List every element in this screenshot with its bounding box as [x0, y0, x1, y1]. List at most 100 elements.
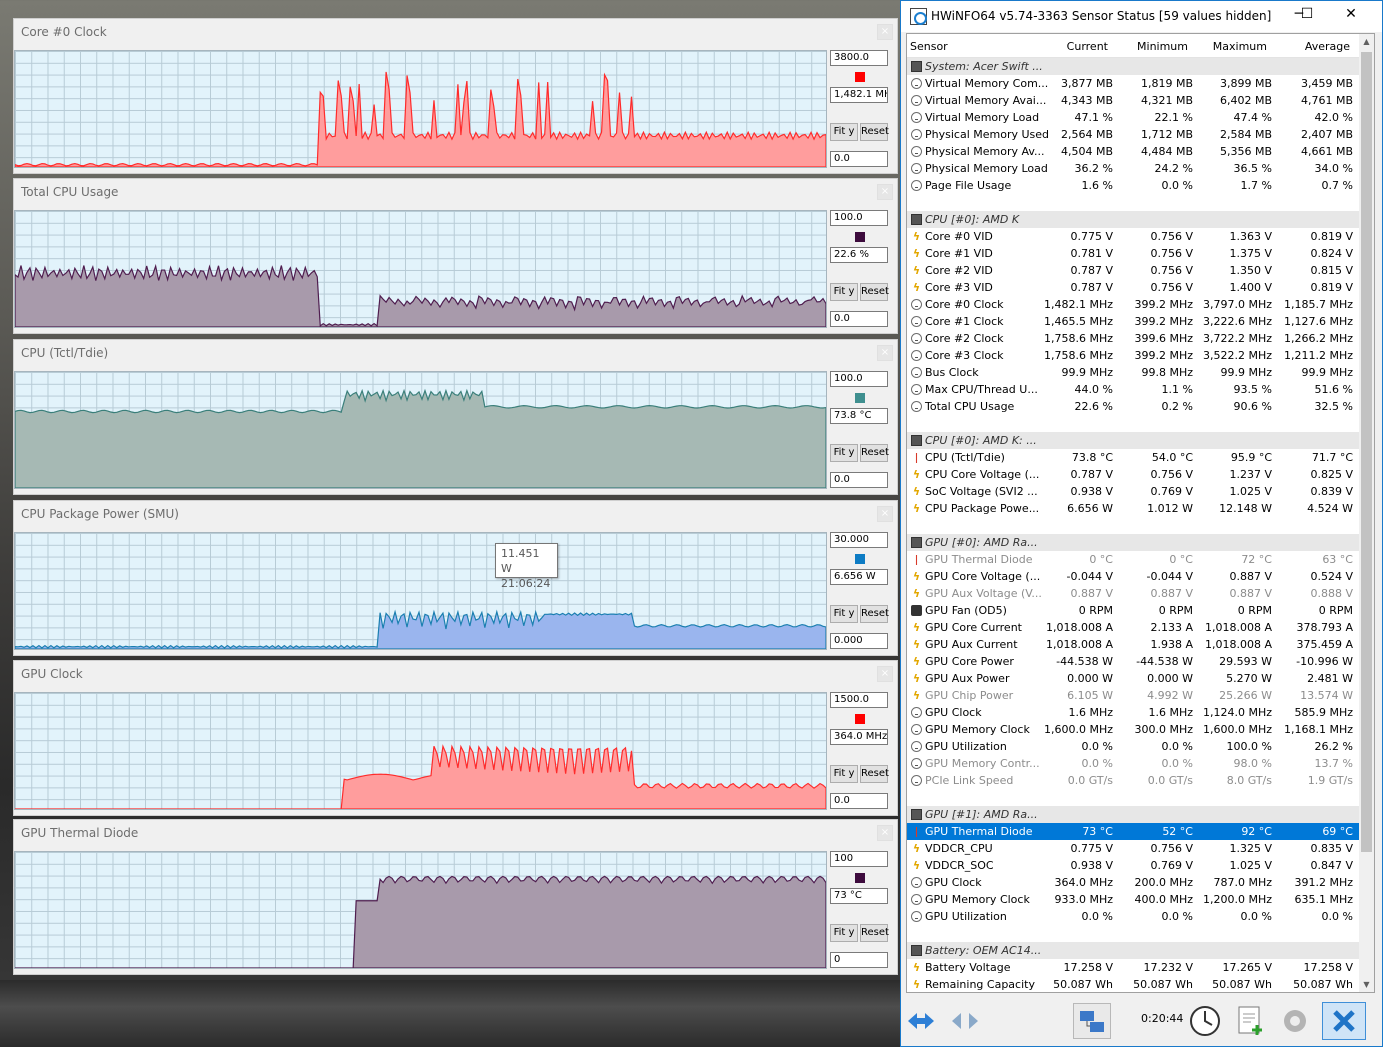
sensor-row[interactable]: ϟ GPU Aux Voltage (V... 0.887 V 0.887 V 0.88…	[907, 585, 1359, 602]
fit-y-button[interactable]: Fit y	[830, 123, 858, 141]
reset-button[interactable]: Reset	[860, 605, 889, 623]
sensor-group-row[interactable]: CPU [#0]: AMD K: ...	[907, 432, 1359, 449]
scrollbar-thumb[interactable]	[1361, 52, 1372, 852]
sensor-row[interactable]: GPU Utilization 0.0 % 0.0 % 100.0 % 26.2 %	[907, 738, 1359, 755]
sensor-row[interactable]: Virtual Memory Com... 3,877 MB 1,819 MB 3,8…	[907, 75, 1359, 92]
sensor-row[interactable]: Virtual Memory Avai... 4,343 MB 4,321 MB 6,…	[907, 92, 1359, 109]
sensor-row[interactable]: GPU Memory Clock 933.0 MHz 400.0 MHz 1,200.…	[907, 891, 1359, 908]
sensor-row[interactable]: ϟ Core #3 VID 0.787 V 0.756 V 1.400 V 0.819 V	[907, 279, 1359, 296]
close-window-button[interactable]: ✕	[1341, 6, 1361, 22]
graph-min-value[interactable]: 0.000	[830, 633, 888, 649]
graph-close-button[interactable]: ×	[877, 345, 893, 361]
graph-color-swatch[interactable]	[855, 714, 865, 724]
sensor-row[interactable]: ϟ SoC Voltage (SVI2 ... 0.938 V 0.769 V 1.02…	[907, 483, 1359, 500]
scroll-down-arrow-icon[interactable]: ▼	[1359, 977, 1374, 992]
sensor-row[interactable]: GPU Fan (OD5) 0 RPM 0 RPM 0 RPM 0 RPM	[907, 602, 1359, 619]
sensor-row[interactable]: Page File Usage 1.6 % 0.0 % 1.7 % 0.7 %	[907, 177, 1359, 194]
title-bar[interactable]: HWiNFO64 v5.74-3363 Sensor Status [59 va…	[901, 1, 1382, 32]
sensor-row[interactable]: Total CPU Usage 22.6 % 0.2 % 90.6 % 32.5 %	[907, 398, 1359, 415]
reset-button[interactable]: Reset	[860, 924, 889, 942]
logging-button[interactable]	[1233, 1003, 1269, 1039]
maximize-button[interactable]: ☐	[1297, 6, 1317, 22]
col-minimum[interactable]: Minimum	[1137, 40, 1188, 53]
sensor-row[interactable]: ǀ CPU (Tctl/Tdie) 73.8 °C 54.0 °C 95.9 °C 71.…	[907, 449, 1359, 466]
sensor-row[interactable]: Core #1 Clock 1,465.5 MHz 399.2 MHz 3,222.6…	[907, 313, 1359, 330]
sensor-row[interactable]: GPU Clock 1.6 MHz 1.6 MHz 1,124.0 MHz 585.9 …	[907, 704, 1359, 721]
graph-min-value[interactable]: 0.0	[830, 311, 888, 327]
sensor-row[interactable]: ϟ Remaining Capacity 50.087 Wh 50.087 Wh 50.…	[907, 976, 1359, 992]
graph-plot[interactable]	[14, 371, 827, 489]
sensor-row[interactable]: ϟ Core #0 VID 0.775 V 0.756 V 1.363 V 0.819 V	[907, 228, 1359, 245]
network-button[interactable]	[1073, 1003, 1111, 1039]
col-current[interactable]: Current	[1067, 40, 1108, 53]
reset-button[interactable]: Reset	[860, 123, 889, 141]
sensor-row[interactable]: ϟ GPU Core Power -44.538 W -44.538 W 29.593 …	[907, 653, 1359, 670]
graph-color-swatch[interactable]	[855, 393, 865, 403]
sensor-row[interactable]: Physical Memory Load 36.2 % 24.2 % 36.5 % 34…	[907, 160, 1359, 177]
collapse-sensors-button[interactable]	[949, 1003, 989, 1039]
sensor-group-row[interactable]: GPU [#0]: AMD Ra...	[907, 534, 1359, 551]
graph-min-value[interactable]: 0	[830, 952, 888, 968]
graph-close-button[interactable]: ×	[877, 506, 893, 522]
sensor-row[interactable]: ϟ Core #1 VID 0.781 V 0.756 V 1.375 V 0.824 V	[907, 245, 1359, 262]
fit-y-button[interactable]: Fit y	[830, 444, 858, 462]
fit-y-button[interactable]: Fit y	[830, 765, 858, 783]
sensor-row[interactable]: ϟ GPU Chip Power 6.105 W 4.992 W 25.266 W 13.…	[907, 687, 1359, 704]
graph-plot[interactable]	[14, 692, 827, 810]
sensor-list[interactable]: Sensor Current Minimum Maximum Average S…	[906, 33, 1375, 993]
sensor-group-row[interactable]: System: Acer Swift ...	[907, 58, 1359, 75]
sensor-group-row[interactable]: Battery: OEM AC14...	[907, 942, 1359, 959]
sensor-row[interactable]: ϟ CPU Package Powe... 6.656 W 1.012 W 12.148…	[907, 500, 1359, 517]
graph-max-value[interactable]: 100	[830, 851, 888, 867]
settings-button[interactable]	[1277, 1003, 1313, 1039]
sensor-row[interactable]: ϟ GPU Aux Power 0.000 W 0.000 W 5.270 W 2.481…	[907, 670, 1359, 687]
sensor-row[interactable]: ϟ GPU Core Current 1,018.008 A 2.133 A 1,018…	[907, 619, 1359, 636]
sensor-row[interactable]: Core #2 Clock 1,758.6 MHz 399.6 MHz 3,722.2…	[907, 330, 1359, 347]
sensor-row[interactable]: Max CPU/Thread U... 44.0 % 1.1 % 93.5 % 51.6…	[907, 381, 1359, 398]
fit-y-button[interactable]: Fit y	[830, 924, 858, 942]
graph-min-value[interactable]: 0.0	[830, 472, 888, 488]
sensor-row[interactable]: GPU Utilization 0.0 % 0.0 % 0.0 % 0.0 %	[907, 908, 1359, 925]
sensor-row[interactable]: Core #0 Clock 1,482.1 MHz 399.2 MHz 3,797.0…	[907, 296, 1359, 313]
reset-button[interactable]: Reset	[860, 444, 889, 462]
graph-min-value[interactable]: 0.0	[830, 793, 888, 809]
sensor-row[interactable]: ǀ GPU Thermal Diode 0 °C 0 °C 72 °C 63 °C	[907, 551, 1359, 568]
sensor-row[interactable]: ϟ CPU Core Voltage (... 0.787 V 0.756 V 1.23…	[907, 466, 1359, 483]
navigate-sensors-button[interactable]	[905, 1003, 945, 1039]
graph-plot[interactable]	[14, 851, 827, 969]
graph-max-value[interactable]: 100.0	[830, 210, 888, 226]
reset-button[interactable]: Reset	[860, 283, 889, 301]
sensor-group-row[interactable]: CPU [#0]: AMD K	[907, 211, 1359, 228]
sensor-row[interactable]: Physical Memory Used 2,564 MB 1,712 MB 2,58…	[907, 126, 1359, 143]
graph-plot[interactable]	[14, 532, 827, 650]
close-sensors-button[interactable]	[1322, 1002, 1366, 1040]
graph-max-value[interactable]: 30.000	[830, 532, 888, 548]
graph-max-value[interactable]: 100.0	[830, 371, 888, 387]
sensor-row[interactable]: ǀ GPU Thermal Diode 73 °C 52 °C 92 °C 69 °C	[907, 823, 1359, 840]
sensor-row[interactable]: GPU Memory Contr... 0.0 % 0.0 % 98.0 % 13.7 …	[907, 755, 1359, 772]
graph-close-button[interactable]: ×	[877, 184, 893, 200]
graph-close-button[interactable]: ×	[877, 24, 893, 40]
sensor-row[interactable]: Virtual Memory Load 47.1 % 22.1 % 47.4 % 42.…	[907, 109, 1359, 126]
sensor-row[interactable]: GPU Memory Clock 1,600.0 MHz 300.0 MHz 1,60…	[907, 721, 1359, 738]
sensor-row[interactable]: PCIe Link Speed 0.0 GT/s 0.0 GT/s 8.0 GT/s 1…	[907, 772, 1359, 789]
sensor-row[interactable]: ϟ VDDCR_SOC 0.938 V 0.769 V 1.025 V 0.847 V	[907, 857, 1359, 874]
graph-plot[interactable]	[14, 50, 827, 168]
sensor-row[interactable]: GPU Clock 364.0 MHz 200.0 MHz 787.0 MHz 391.…	[907, 874, 1359, 891]
sensor-row[interactable]: ϟ Core #2 VID 0.787 V 0.756 V 1.350 V 0.815 V	[907, 262, 1359, 279]
sensor-row[interactable]: ϟ Battery Voltage 17.258 V 17.232 V 17.265 V…	[907, 959, 1359, 976]
graph-plot[interactable]	[14, 210, 827, 328]
scroll-up-arrow-icon[interactable]: ▲	[1359, 34, 1374, 49]
graph-close-button[interactable]: ×	[877, 825, 893, 841]
graph-max-value[interactable]: 1500.0	[830, 692, 888, 708]
sensor-row[interactable]: ϟ VDDCR_CPU 0.775 V 0.756 V 1.325 V 0.835 V	[907, 840, 1359, 857]
graph-color-swatch[interactable]	[855, 873, 865, 883]
graph-color-swatch[interactable]	[855, 232, 865, 242]
graph-color-swatch[interactable]	[855, 554, 865, 564]
sensor-row[interactable]: ϟ GPU Core Voltage (... -0.044 V -0.044 V 0.…	[907, 568, 1359, 585]
sensor-group-row[interactable]: GPU [#1]: AMD Ra...	[907, 806, 1359, 823]
graph-close-button[interactable]: ×	[877, 666, 893, 682]
col-sensor[interactable]: Sensor	[910, 40, 948, 53]
fit-y-button[interactable]: Fit y	[830, 283, 858, 301]
fit-y-button[interactable]: Fit y	[830, 605, 858, 623]
